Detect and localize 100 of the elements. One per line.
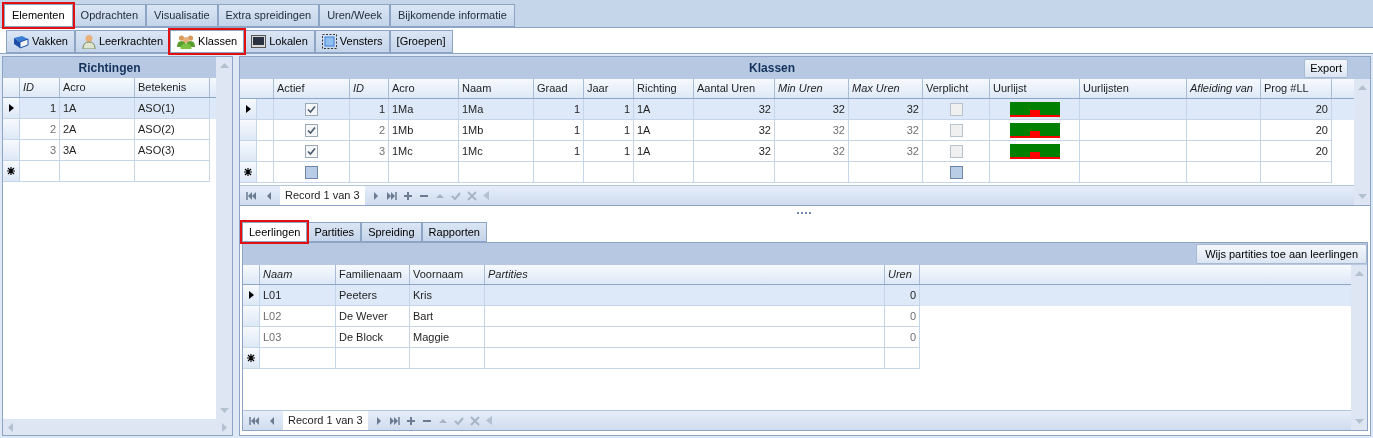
row-header[interactable]: [240, 162, 257, 183]
sub-tab[interactable]: Lokalen: [244, 30, 315, 53]
vertical-scrollbar[interactable]: [1351, 265, 1367, 430]
table-cell-text: De Wever: [339, 308, 388, 324]
sub-tab[interactable]: Vakken: [6, 30, 75, 53]
main-tab[interactable]: Extra spreidingen: [217, 4, 320, 27]
checkbox[interactable]: [949, 123, 963, 137]
detail-tab[interactable]: Partities: [307, 222, 362, 242]
table-cell-text: 0: [909, 329, 916, 345]
first-record-icon[interactable]: [246, 190, 256, 201]
checkbox[interactable]: [949, 102, 963, 116]
column-header[interactable]: Min Uren: [775, 79, 849, 98]
column-header[interactable]: Afleiding van: [1187, 79, 1261, 98]
schedule-bar-icon: [1009, 122, 1060, 138]
column-header[interactable]: ID: [20, 78, 60, 97]
sub-tab[interactable]: [Groepen]: [389, 30, 453, 53]
main-tab[interactable]: Bijkomende informatie: [389, 4, 515, 27]
column-header[interactable]: Voornaam: [410, 265, 485, 284]
detail-tab[interactable]: Rapporten: [421, 222, 487, 242]
column-header[interactable]: Uurlijst: [990, 79, 1080, 98]
detail-tab[interactable]: Leerlingen: [242, 222, 308, 242]
column-header[interactable]: Max Uren: [849, 79, 923, 98]
vertical-scrollbar[interactable]: [1354, 79, 1370, 205]
row-header[interactable]: [3, 161, 20, 182]
scroll-up-icon[interactable]: [1357, 85, 1367, 90]
column-header[interactable]: ID: [350, 79, 389, 98]
last-record-icon[interactable]: [389, 415, 400, 426]
column-header[interactable]: Uren: [885, 265, 920, 284]
main-tab[interactable]: Opdrachten: [72, 4, 147, 27]
table-cell-text: L01: [263, 287, 282, 303]
panel-title: Richtingen: [3, 57, 216, 78]
column-header[interactable]: Actief: [274, 79, 350, 98]
table-cell-text: 32: [906, 101, 919, 117]
export-button[interactable]: Export: [1304, 58, 1348, 78]
table-row[interactable]: 1 1Ma 1Ma 1 1 1A 32 32 32 20: [240, 99, 1354, 120]
column-header[interactable]: Naam: [459, 79, 534, 98]
main-tab[interactable]: Uren/Week: [319, 4, 390, 27]
sub-tab[interactable]: Leerkrachten: [74, 30, 171, 53]
main-tab[interactable]: Visualisatie: [146, 4, 218, 27]
table-row[interactable]: 1 1A ASO(1): [3, 98, 216, 119]
checkbox[interactable]: [949, 165, 963, 179]
checkbox[interactable]: [305, 123, 318, 137]
scroll-up-icon[interactable]: [219, 63, 229, 68]
main-tab[interactable]: Elementen: [4, 4, 73, 27]
table-cell-text: 1: [623, 101, 630, 117]
checkbox[interactable]: [305, 165, 318, 179]
column-header[interactable]: Richting: [634, 79, 694, 98]
scroll-down-icon[interactable]: [219, 408, 229, 413]
book-icon: [13, 34, 29, 49]
scroll-left-icon[interactable]: [482, 191, 489, 200]
sub-tab[interactable]: Vensters: [314, 30, 390, 53]
column-header[interactable]: Betekenis: [135, 78, 210, 97]
column-header[interactable]: Acro: [60, 78, 135, 97]
column-header[interactable]: Prog #LL: [1261, 79, 1332, 98]
column-header[interactable]: Verplicht: [923, 79, 990, 98]
row-header[interactable]: [240, 99, 257, 120]
row-header[interactable]: [3, 98, 20, 119]
add-icon[interactable]: [402, 190, 413, 201]
cancel-icon[interactable]: [466, 190, 477, 201]
column-header[interactable]: Acro: [389, 79, 459, 98]
table-cell-text: 3: [378, 143, 385, 159]
table-row[interactable]: L01 Peeters Kris 0: [243, 285, 1351, 306]
row-header[interactable]: [243, 285, 260, 306]
table-cell-text: 1A: [637, 143, 651, 159]
table-cell-text: 1: [573, 143, 580, 159]
check-icon[interactable]: [450, 190, 461, 201]
column-header[interactable]: Aantal Uren: [694, 79, 775, 98]
current-row-icon: [8, 104, 14, 112]
scroll-down-icon[interactable]: [1357, 194, 1367, 199]
cancel-icon[interactable]: [469, 415, 480, 426]
table-cell-text: ASO(1): [138, 100, 175, 116]
table-cell-text: L03: [263, 329, 282, 345]
column-header[interactable]: Uurlijsten: [1080, 79, 1187, 98]
last-record-icon[interactable]: [386, 190, 397, 201]
scroll-right-icon[interactable]: [222, 422, 227, 432]
table-cell-text: 2A: [63, 121, 77, 137]
sub-tab[interactable]: Klassen: [170, 30, 245, 53]
row-header[interactable]: [243, 348, 260, 369]
checkbox[interactable]: [305, 144, 318, 158]
assign-partitions-button[interactable]: Wijs partities toe aan leerlingen: [1196, 244, 1367, 264]
checkbox[interactable]: [949, 144, 963, 158]
checkbox[interactable]: [305, 102, 318, 116]
first-record-icon[interactable]: [249, 415, 259, 426]
horizontal-scrollbar[interactable]: [3, 419, 232, 435]
vertical-scrollbar[interactable]: [216, 57, 232, 419]
column-header[interactable]: Jaar: [584, 79, 634, 98]
check-icon[interactable]: [453, 415, 464, 426]
table-cell-text: 1Mc: [462, 143, 483, 159]
add-icon[interactable]: [405, 415, 416, 426]
column-header: [3, 78, 20, 97]
scroll-down-icon[interactable]: [1354, 419, 1364, 424]
scroll-left-icon[interactable]: [8, 422, 13, 432]
column-header[interactable]: Graad: [534, 79, 584, 98]
column-header[interactable]: Naam: [260, 265, 336, 284]
scroll-up-icon[interactable]: [1354, 271, 1364, 276]
table-cell-text: 1: [623, 143, 630, 159]
column-header[interactable]: Partities: [485, 265, 885, 284]
column-header[interactable]: Familienaam: [336, 265, 410, 284]
detail-tab[interactable]: Spreiding: [361, 222, 422, 242]
scroll-left-icon[interactable]: [485, 416, 492, 425]
